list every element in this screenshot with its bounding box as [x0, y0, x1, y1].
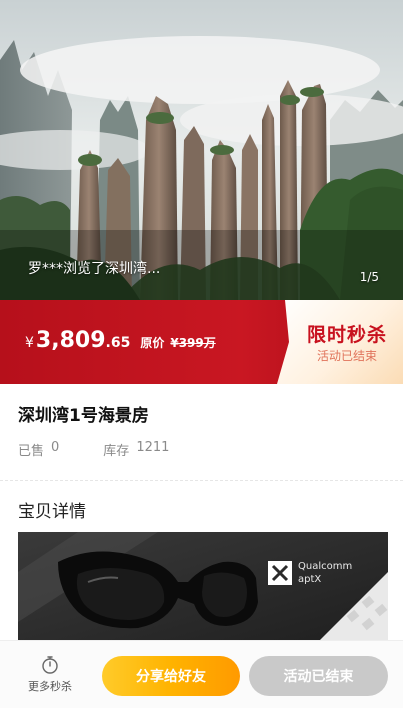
recent-viewer-toast: 罗***浏览了深圳湾...	[28, 261, 161, 277]
product-image-carousel[interactable]: 罗***浏览了深圳湾... 1/5	[0, 0, 403, 300]
price-integer: 3,809	[35, 328, 106, 353]
sold-label: 已售	[18, 444, 45, 459]
original-price-label: 原价	[140, 336, 165, 350]
original-price-value: ¥399万	[170, 336, 216, 350]
more-flash-sales-button[interactable]: 更多秒杀	[18, 655, 82, 694]
flash-sale-status: 活动已结束	[316, 349, 377, 363]
section-divider	[0, 480, 403, 481]
stock-count: 库存 1211	[103, 440, 169, 459]
details-section-title: 宝贝详情	[18, 502, 86, 522]
bottom-action-bar: 更多秒杀 分享给好友 活动已结束	[0, 640, 403, 708]
landscape-photo	[0, 0, 403, 300]
price-decimal: .65	[105, 335, 131, 351]
sale-price: ¥ 3,809 .65 原价 ¥399万	[25, 328, 216, 353]
flash-sale-title: 限时秒杀	[306, 324, 387, 346]
activity-ended-button: 活动已结束	[249, 656, 388, 696]
brand-line-qualcomm: Qualcomm	[298, 561, 353, 572]
flash-sale-tag: 限时秒杀 活动已结束	[277, 300, 403, 384]
stock-value: 1211	[136, 440, 170, 455]
slide-counter: 1/5	[359, 270, 379, 284]
more-flash-sales-label: 更多秒杀	[28, 680, 72, 693]
currency-symbol: ¥	[25, 335, 34, 351]
brand-line-aptx: aptX	[298, 574, 322, 585]
share-to-friend-button[interactable]: 分享给好友	[102, 656, 240, 696]
sold-count: 已售 0	[18, 440, 59, 459]
aptx-logo-icon	[268, 561, 292, 585]
product-detail-image: Qualcomm aptX	[18, 532, 388, 642]
glasses-keyboard-photo	[18, 532, 388, 642]
stopwatch-icon	[42, 656, 58, 674]
qualcomm-aptx-brand: Qualcomm aptX	[268, 560, 352, 586]
product-title: 深圳湾1号海景房	[18, 406, 149, 426]
sold-value: 0	[51, 440, 60, 455]
stock-label: 库存	[103, 444, 130, 459]
product-stats: 已售 0 库存 1211	[18, 440, 169, 459]
flash-sale-banner: ¥ 3,809 .65 原价 ¥399万 限时秒杀 活动已结束	[0, 300, 403, 384]
